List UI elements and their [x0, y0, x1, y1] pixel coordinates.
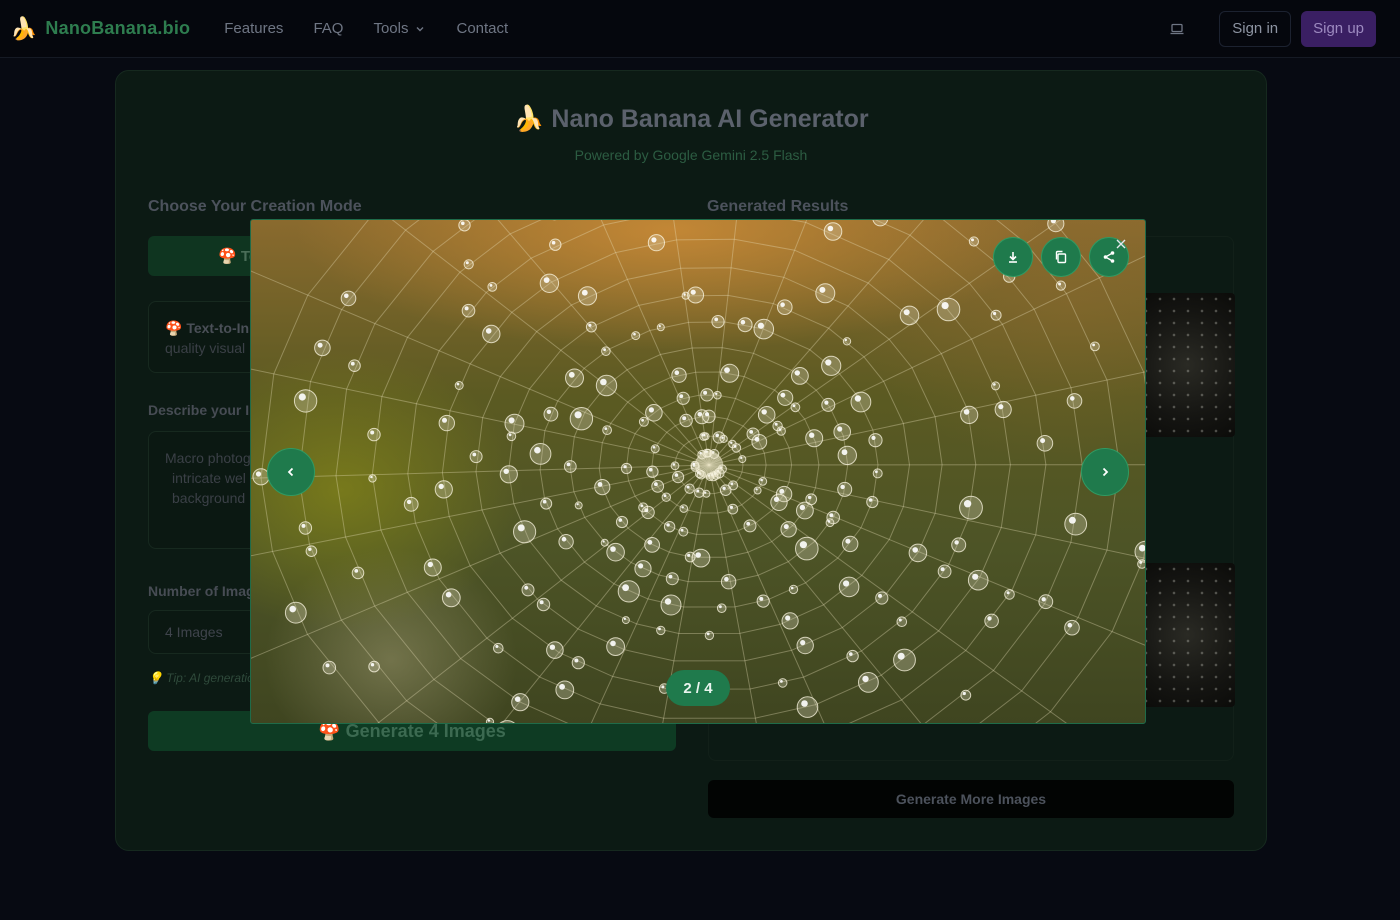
- top-navbar: 🍌 NanoBanana.bio Features FAQ Tools Cont…: [0, 0, 1400, 58]
- theme-toggle-button[interactable]: [1159, 12, 1195, 46]
- copy-icon: [1055, 250, 1067, 264]
- nav-actions: Sign in Sign up: [1159, 10, 1376, 47]
- prompt-label: Describe your In: [148, 402, 258, 418]
- nav-links: Features FAQ Tools Contact: [224, 20, 508, 37]
- page-subtitle: Powered by Google Gemini 2.5 Flash: [574, 147, 808, 163]
- creation-mode-heading: Choose Your Creation Mode: [148, 198, 362, 215]
- lightbox-actions: [993, 237, 1129, 277]
- nav-link-features[interactable]: Features: [224, 20, 283, 37]
- banana-icon: 🍌: [10, 15, 38, 41]
- lightbox-image: [251, 220, 1145, 723]
- nav-link-contact[interactable]: Contact: [456, 20, 508, 37]
- image-lightbox: 2 / 4: [250, 219, 1146, 724]
- page-title: 🍌 Nano Banana AI Generator: [513, 105, 869, 133]
- share-icon: [1103, 251, 1115, 263]
- chevron-left-icon: [287, 467, 294, 477]
- copy-button[interactable]: [1041, 237, 1081, 277]
- next-image-button[interactable]: [1081, 448, 1129, 496]
- chevron-right-icon: [1102, 467, 1109, 477]
- sign-up-button[interactable]: Sign up: [1301, 10, 1376, 47]
- close-button[interactable]: [1113, 236, 1129, 252]
- brand-name: NanoBanana.bio: [45, 18, 191, 38]
- image-count-label: Number of Imag: [148, 583, 255, 599]
- results-heading: Generated Results: [707, 198, 849, 215]
- close-icon: [1116, 239, 1126, 249]
- nav-dropdown-tools[interactable]: Tools: [373, 20, 426, 37]
- nav-link-tools-label: Tools: [373, 20, 409, 37]
- nav-link-faq[interactable]: FAQ: [313, 20, 343, 37]
- chevron-down-icon: [416, 26, 424, 31]
- tip-text: 💡 Tip: AI generatio: [148, 671, 254, 685]
- result-thumbnail[interactable]: [1139, 563, 1235, 707]
- image-counter: 2 / 4: [666, 670, 730, 706]
- result-thumbnail[interactable]: [1139, 293, 1235, 437]
- generate-more-button[interactable]: Generate More Images: [708, 780, 1234, 818]
- mode-info-title: 🍄 Text-to-In: [165, 320, 250, 336]
- previous-image-button[interactable]: [267, 448, 315, 496]
- download-icon: [1009, 252, 1017, 263]
- laptop-icon: [1170, 23, 1184, 34]
- brand-logo-link[interactable]: 🍌 NanoBanana.bio: [10, 15, 191, 41]
- sign-in-button[interactable]: Sign in: [1219, 10, 1292, 47]
- download-button[interactable]: [993, 237, 1033, 277]
